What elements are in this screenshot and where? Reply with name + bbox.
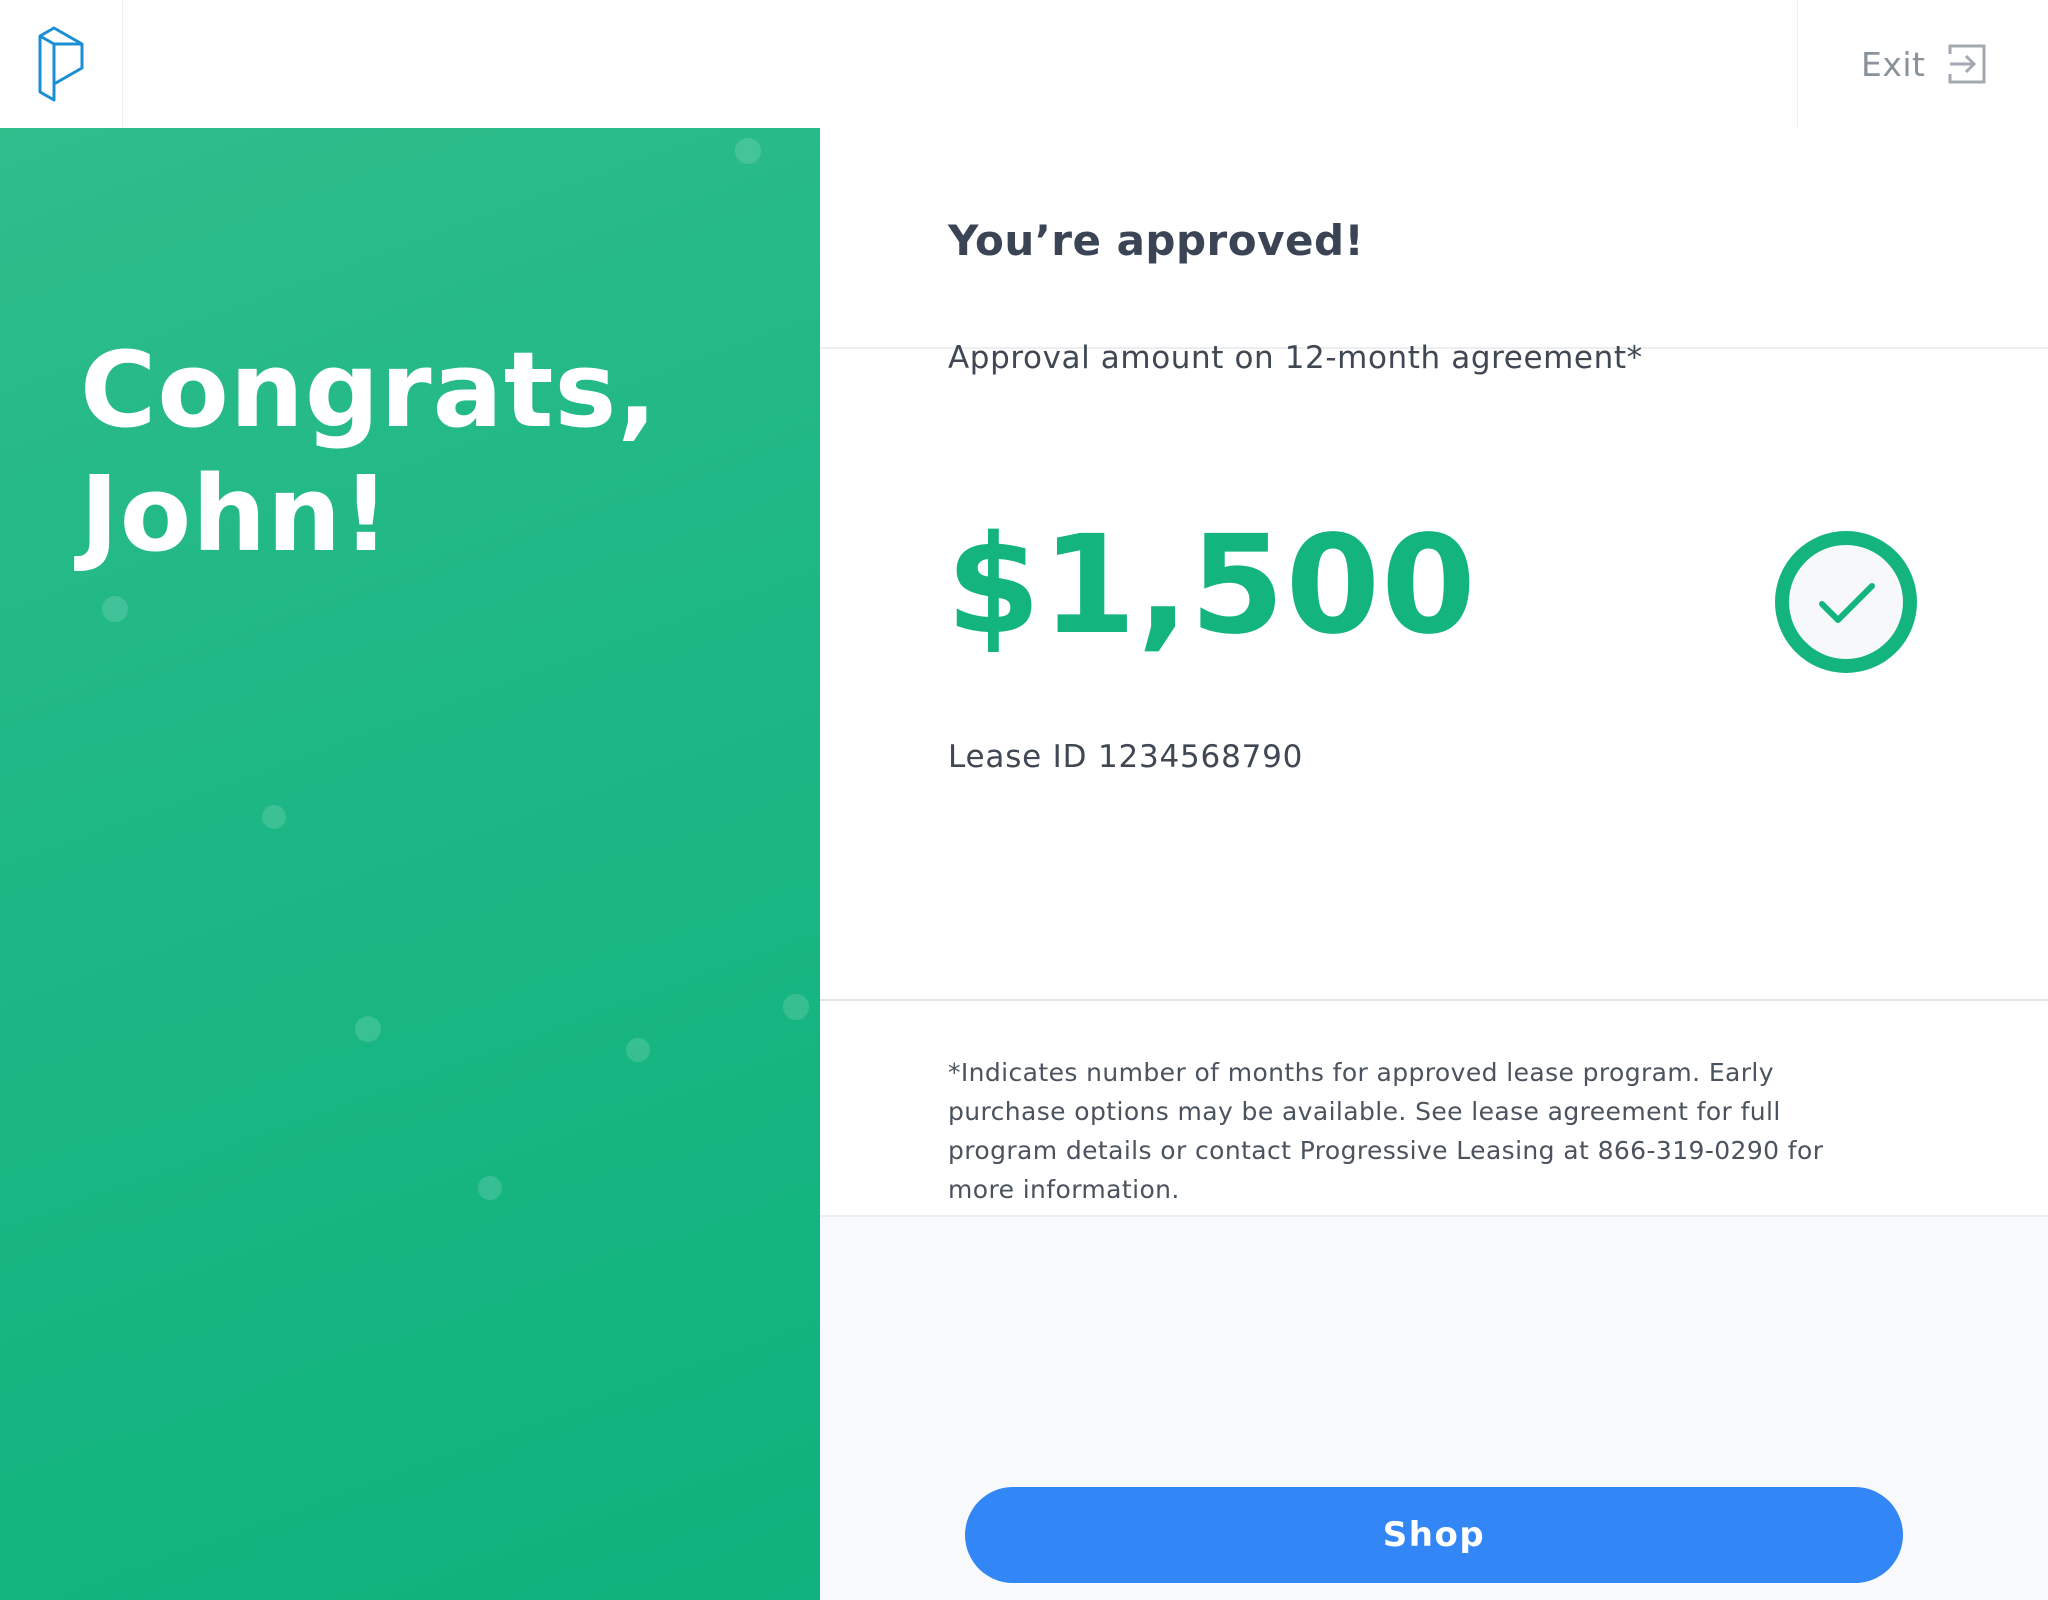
- approved-title: You’re approved!: [948, 216, 1365, 265]
- shop-button[interactable]: Shop: [965, 1487, 1903, 1583]
- approval-amount-section: [820, 349, 2048, 1001]
- decorative-dot: [355, 1016, 381, 1042]
- check-circle-icon: [1775, 531, 1917, 673]
- footnote-text: *Indicates number of months for approved…: [948, 1058, 1824, 1204]
- top-bar: Exit: [0, 0, 2048, 128]
- approval-amount-caption: Approval amount on 12-month agreement*: [948, 340, 1643, 376]
- congrats-panel: Congrats, John!: [0, 128, 820, 1600]
- progressive-p-logo-icon: [38, 26, 84, 102]
- exit-label: Exit: [1861, 44, 1926, 84]
- approval-content: You’re approved! Approval amount on 12-m…: [820, 128, 2048, 1600]
- exit-button[interactable]: Exit: [1797, 0, 2048, 128]
- congrats-heading: Congrats, John!: [80, 329, 658, 575]
- approval-title-section: You’re approved!: [820, 128, 2048, 349]
- exit-arrow-icon: [1948, 44, 1985, 84]
- decorative-dot: [478, 1176, 502, 1200]
- decorative-dot: [102, 596, 128, 622]
- lease-id: Lease ID 1234568790: [948, 739, 1304, 775]
- approval-amount-value: $1,500: [946, 507, 1477, 665]
- decorative-dot: [262, 805, 286, 829]
- decorative-dot: [783, 994, 809, 1020]
- decorative-dot: [626, 1038, 650, 1062]
- decorative-dot: [735, 138, 761, 164]
- logo-container[interactable]: [0, 0, 123, 128]
